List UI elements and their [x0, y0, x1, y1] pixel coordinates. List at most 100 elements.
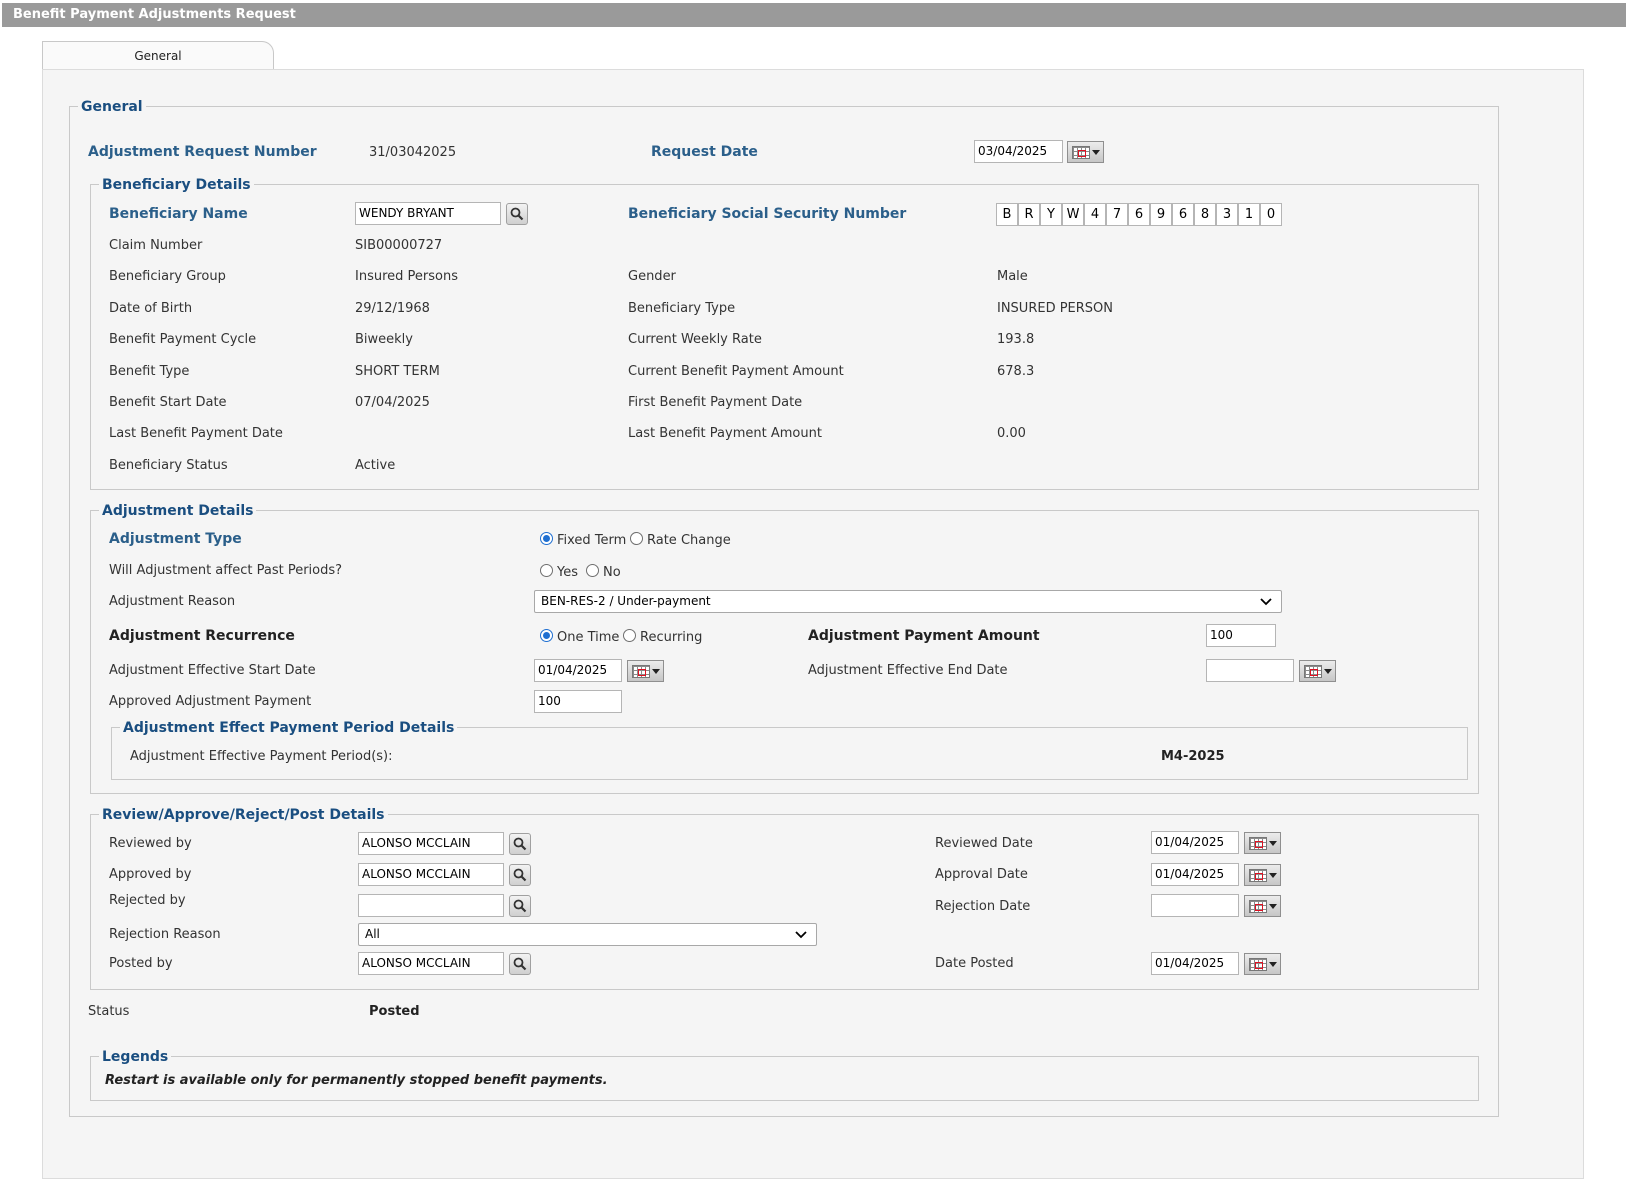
effective-end-date-field[interactable]	[1206, 659, 1294, 682]
rejection-reason-select[interactable]: All	[358, 923, 817, 946]
date-of-birth-label: Date of Birth	[109, 301, 193, 316]
rejection-date-calendar-button[interactable]	[1244, 895, 1281, 917]
rejected-by-field[interactable]	[358, 894, 504, 917]
claim-number-label: Claim Number	[109, 238, 203, 253]
last-benefit-payment-date-label: Last Benefit Payment Date	[109, 426, 283, 441]
beneficiary-fieldset	[90, 184, 1479, 490]
approved-adjustment-payment-label: Approved Adjustment Payment	[109, 694, 312, 709]
date-posted-label: Date Posted	[935, 956, 1014, 971]
gender-label: Gender	[628, 269, 676, 284]
recurrence-one-time-radio[interactable]	[540, 629, 553, 642]
rejection-date-label: Rejection Date	[935, 899, 1031, 914]
approved-adjustment-payment-field[interactable]: 100	[534, 690, 622, 713]
approved-by-search-button[interactable]	[509, 864, 531, 886]
reviewed-by-field[interactable]: ALONSO MCCLAIN	[358, 832, 504, 855]
approved-by-field[interactable]: ALONSO MCCLAIN	[358, 863, 504, 886]
benefit-type: SHORT TERM	[355, 364, 440, 379]
adjustment-payment-amount-field[interactable]: 100	[1206, 624, 1276, 647]
effective-start-date-field[interactable]: 01/04/2025	[534, 659, 622, 682]
legends-legend: Legends	[99, 1048, 172, 1066]
ssn-char-cell[interactable]: 3	[1216, 203, 1238, 226]
rejection-reason-value: All	[365, 927, 380, 941]
reviewed-by-search-button[interactable]	[509, 833, 531, 855]
adjustment-type-fixed-label[interactable]: Fixed Term	[557, 533, 626, 548]
current-benefit-payment-amount: 678.3	[997, 364, 1035, 379]
reviewed-by-label: Reviewed by	[109, 836, 192, 851]
chevron-down-icon	[795, 931, 807, 939]
search-icon	[513, 899, 527, 913]
posted-by-label: Posted by	[109, 956, 173, 971]
legends-note: Restart is available only for permanentl…	[105, 1073, 608, 1088]
ssn-char-cell[interactable]: 4	[1084, 203, 1106, 226]
benefit-start-date-label: Benefit Start Date	[109, 395, 227, 410]
payment-period-label: Adjustment Effective Payment Period(s):	[130, 749, 393, 764]
ssn-char-cell[interactable]: 1	[1238, 203, 1260, 226]
calendar-icon	[1249, 900, 1267, 913]
calendar-icon	[1072, 146, 1090, 159]
adjustment-recurrence-label: Adjustment Recurrence	[109, 628, 295, 644]
beneficiary-name-label: Beneficiary Name	[109, 206, 248, 222]
last-benefit-payment-amount: 0.00	[997, 426, 1026, 441]
benefit-type-label: Benefit Type	[109, 364, 190, 379]
tab-general[interactable]: General	[42, 41, 274, 70]
beneficiary-type: INSURED PERSON	[997, 301, 1114, 316]
ssn-char-cell[interactable]: R	[1018, 203, 1040, 226]
request-date-calendar-button[interactable]	[1067, 141, 1104, 163]
search-icon	[513, 868, 527, 882]
ssn-char-cell[interactable]: 7	[1106, 203, 1128, 226]
calendar-icon	[632, 665, 650, 678]
ssn-char-cell[interactable]: 6	[1128, 203, 1150, 226]
rejection-date-field[interactable]	[1151, 894, 1239, 917]
beneficiary-name-field[interactable]: WENDY BRYANT	[355, 202, 501, 225]
adjustment-type-rate-radio[interactable]	[630, 532, 643, 545]
dropdown-arrow-icon	[1269, 873, 1277, 878]
dropdown-arrow-icon	[1092, 150, 1100, 155]
recurrence-recurring-label[interactable]: Recurring	[640, 630, 702, 645]
posted-by-search-button[interactable]	[509, 953, 531, 975]
tab-panel-general: General Adjustment Request Number 31/030…	[42, 69, 1584, 1179]
past-periods-yes-radio[interactable]	[540, 564, 553, 577]
approved-by-label: Approved by	[109, 867, 192, 882]
past-periods-no-radio[interactable]	[586, 564, 599, 577]
date-posted-calendar-button[interactable]	[1244, 953, 1281, 975]
recurrence-one-time-label[interactable]: One Time	[557, 630, 619, 645]
calendar-icon	[1249, 869, 1267, 882]
beneficiary-ssn-label: Beneficiary Social Security Number	[628, 206, 907, 222]
ssn-char-cell[interactable]: 6	[1172, 203, 1194, 226]
effective-end-date-calendar-button[interactable]	[1299, 660, 1336, 682]
approval-date-field[interactable]: 01/04/2025	[1151, 863, 1239, 886]
reviewed-date-field[interactable]: 01/04/2025	[1151, 831, 1239, 854]
ssn-char-cell[interactable]: 8	[1194, 203, 1216, 226]
ssn-char-cell[interactable]: Y	[1040, 203, 1062, 226]
effective-start-date-calendar-button[interactable]	[627, 660, 664, 682]
review-legend: Review/Approve/Reject/Post Details	[99, 806, 388, 824]
ssn-char-cell[interactable]: B	[996, 203, 1018, 226]
ssn-char-cell[interactable]: 0	[1260, 203, 1282, 226]
search-icon	[510, 207, 524, 221]
request-date-label: Request Date	[651, 144, 758, 160]
recurrence-recurring-radio[interactable]	[623, 629, 636, 642]
payment-period-value: M4-2025	[1161, 749, 1225, 764]
adjustment-reason-select[interactable]: BEN-RES-2 / Under-payment	[534, 590, 1282, 613]
rejected-by-label: Rejected by	[109, 893, 186, 908]
dropdown-arrow-icon	[652, 669, 660, 674]
reviewed-date-calendar-button[interactable]	[1244, 832, 1281, 854]
past-periods-no-label[interactable]: No	[603, 565, 621, 580]
date-posted-field[interactable]: 01/04/2025	[1151, 952, 1239, 975]
ssn-char-cell[interactable]: W	[1062, 203, 1084, 226]
beneficiary-search-button[interactable]	[506, 203, 528, 225]
rejection-reason-label: Rejection Reason	[109, 927, 221, 942]
rejected-by-search-button[interactable]	[509, 895, 531, 917]
calendar-icon	[1249, 837, 1267, 850]
posted-by-field[interactable]: ALONSO MCCLAIN	[358, 952, 504, 975]
adjustment-type-fixed-radio[interactable]	[540, 532, 553, 545]
reviewed-date-label: Reviewed Date	[935, 836, 1033, 851]
past-periods-yes-label[interactable]: Yes	[557, 565, 578, 580]
dropdown-arrow-icon	[1269, 841, 1277, 846]
approval-date-calendar-button[interactable]	[1244, 864, 1281, 886]
dropdown-arrow-icon	[1324, 669, 1332, 674]
ssn-char-cell[interactable]: 9	[1150, 203, 1172, 226]
dropdown-arrow-icon	[1269, 904, 1277, 909]
request-date-field[interactable]: 03/04/2025	[974, 140, 1063, 163]
adjustment-type-rate-label[interactable]: Rate Change	[647, 533, 731, 548]
